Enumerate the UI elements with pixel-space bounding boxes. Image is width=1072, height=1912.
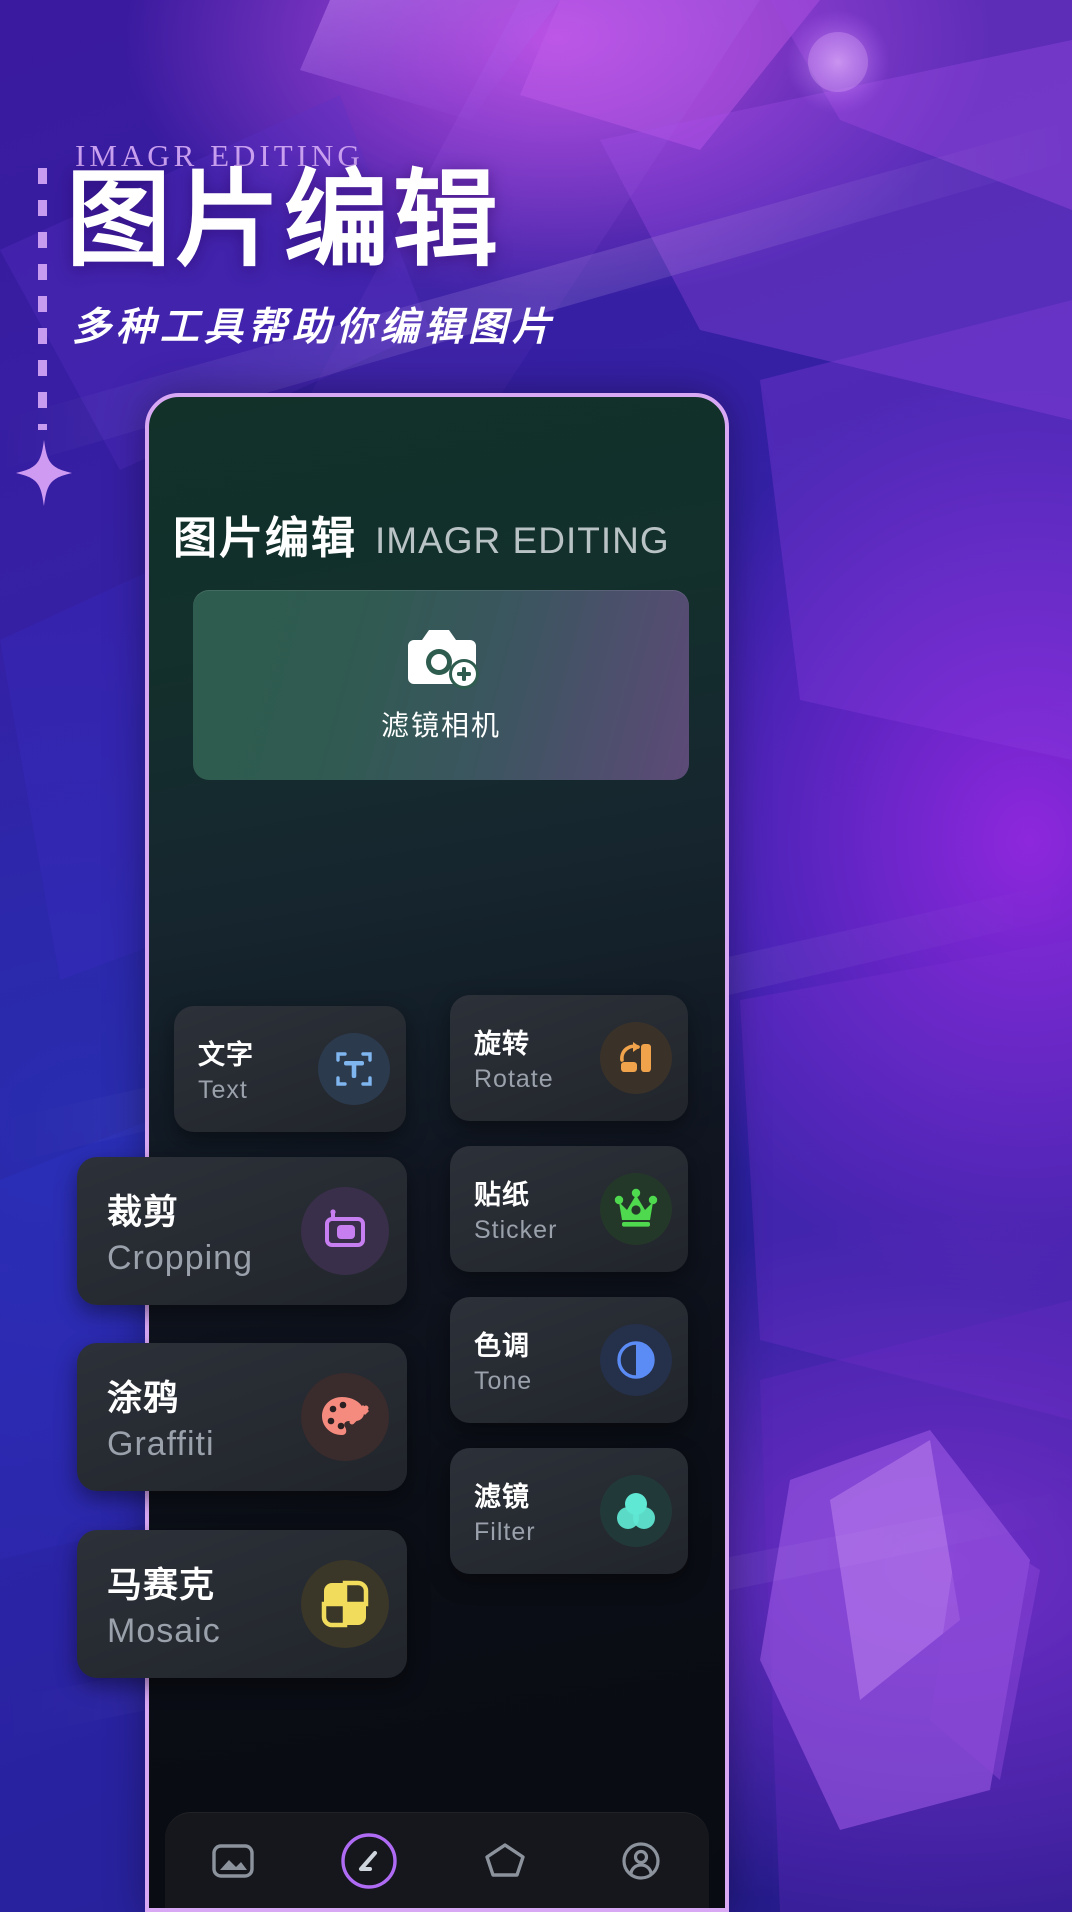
tool-label-cn: 裁剪	[107, 1193, 180, 1232]
nav-item-profile[interactable]	[609, 1829, 673, 1893]
tool-card-sticker[interactable]: 贴纸 Sticker	[450, 1146, 688, 1272]
tool-icon-wrap	[301, 1187, 389, 1275]
tool-label-cn: 色调	[474, 1331, 530, 1361]
tool-icon-wrap	[301, 1373, 389, 1461]
tool-icon-wrap	[600, 1475, 672, 1547]
gallery-icon	[212, 1843, 254, 1878]
tool-icon-wrap	[301, 1560, 389, 1648]
tool-card-graffiti[interactable]: 涂鸦 Graffiti	[77, 1343, 407, 1491]
nav-item-shapes[interactable]	[473, 1829, 537, 1893]
app-title-cn: 图片编辑	[173, 514, 357, 563]
tool-card-filter[interactable]: 滤镜 Filter	[450, 1448, 688, 1574]
tool-label-cn: 贴纸	[474, 1180, 530, 1210]
tool-label-cn: 旋转	[474, 1029, 530, 1059]
tool-label-cn: 文字	[198, 1040, 254, 1070]
mosaic-icon	[321, 1580, 369, 1628]
tool-icon-wrap	[600, 1173, 672, 1245]
edit-circle-icon	[341, 1832, 397, 1889]
rotate-icon	[620, 1042, 651, 1072]
app-header: 图片编辑 IMAGR EDITING	[173, 502, 670, 566]
tool-label-en: Graffiti	[107, 1425, 215, 1463]
tool-label-en: Cropping	[107, 1239, 253, 1277]
tool-label-en: Text	[198, 1076, 248, 1104]
tool-card-mosaic[interactable]: 马赛克 Mosaic	[77, 1530, 407, 1678]
tool-icon-wrap	[318, 1033, 390, 1105]
tool-label-en: Mosaic	[107, 1612, 221, 1650]
sparkle-star-icon	[16, 440, 72, 506]
text-frame-icon	[336, 1052, 372, 1086]
nav-item-gallery[interactable]	[201, 1829, 265, 1893]
tool-icon-wrap	[600, 1324, 672, 1396]
bottom-nav	[165, 1812, 709, 1908]
filter-camera-label: 滤镜相机	[380, 710, 501, 741]
filter-camera-card[interactable]: 滤镜相机	[193, 590, 689, 780]
camera-plus-icon	[408, 630, 479, 689]
tool-label-cn: 滤镜	[474, 1482, 530, 1512]
tool-label-en: Rotate	[474, 1065, 554, 1093]
nav-item-edit[interactable]	[337, 1829, 401, 1893]
dotted-rule	[38, 168, 47, 430]
tool-label-cn: 涂鸦	[107, 1379, 180, 1418]
tool-label-cn: 马赛克	[107, 1566, 216, 1605]
tool-label-en: Tone	[474, 1367, 533, 1395]
filter-circles-icon	[617, 1493, 655, 1529]
crop-icon	[325, 1209, 365, 1247]
tool-label-en: Sticker	[474, 1216, 558, 1244]
app-title-en: IMAGR EDITING	[375, 520, 670, 561]
tool-card-rotate[interactable]: 旋转 Rotate	[450, 995, 688, 1121]
contrast-icon	[617, 1341, 655, 1379]
tool-label-en: Filter	[474, 1518, 536, 1546]
shapes-icon	[485, 1842, 525, 1877]
crown-icon	[614, 1188, 658, 1227]
profile-icon	[622, 1841, 660, 1880]
poster-title: 图片编辑	[66, 162, 503, 279]
poster-subtitle: 多种工具帮助你编辑图片	[72, 306, 557, 349]
tool-card-text[interactable]: 文字 Text	[174, 1006, 406, 1132]
palette-icon	[322, 1397, 369, 1435]
tool-card-tone[interactable]: 色调 Tone	[450, 1297, 688, 1423]
tool-icon-wrap	[600, 1022, 672, 1094]
tool-card-cropping[interactable]: 裁剪 Cropping	[77, 1157, 407, 1305]
